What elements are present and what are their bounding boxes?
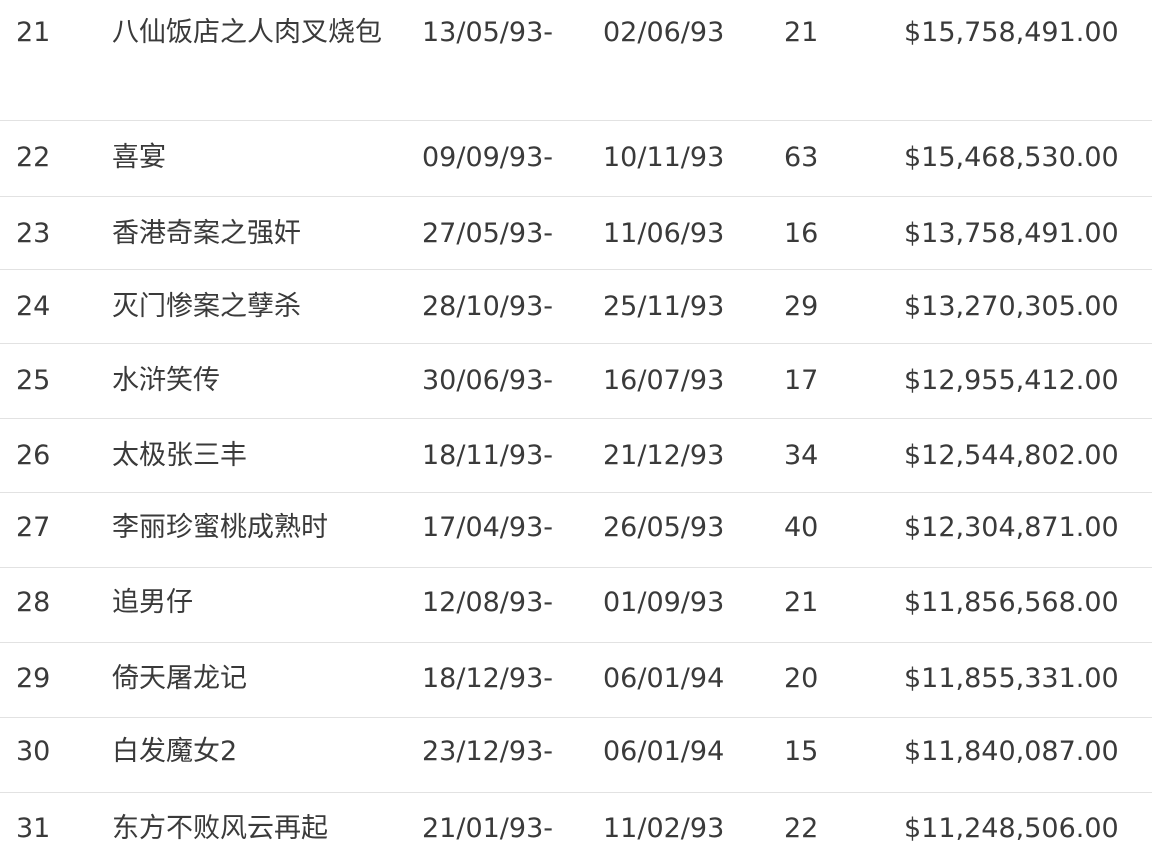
days-cell: 29: [784, 291, 819, 322]
days-cell: 16: [784, 218, 819, 249]
end-date-cell: 06/01/94: [603, 663, 725, 694]
table-row: 26 太极张三丰 18/11/93- 21/12/93 34 $12,544,8…: [0, 419, 1152, 493]
days-cell: 21: [784, 17, 819, 48]
title-cell: 香港奇案之强奸: [112, 218, 301, 249]
table-row: 23 香港奇案之强奸 27/05/93- 11/06/93 16 $13,758…: [0, 197, 1152, 270]
title-cell: 倚天屠龙记: [112, 663, 247, 694]
table-row: 27 李丽珍蜜桃成熟时 17/04/93- 26/05/93 40 $12,30…: [0, 493, 1152, 568]
start-date-cell: 18/11/93-: [422, 440, 554, 471]
end-date-cell: 26/05/93: [603, 512, 725, 543]
box-office-table: 21 八仙饭店之人肉叉烧包 13/05/93- 02/06/93 21 $15,…: [0, 0, 1152, 844]
title-cell: 李丽珍蜜桃成熟时: [112, 512, 328, 543]
end-date-cell: 11/02/93: [603, 813, 725, 844]
table-row: 25 水浒笑传 30/06/93- 16/07/93 17 $12,955,41…: [0, 344, 1152, 419]
rank-cell: 26: [16, 440, 51, 471]
days-cell: 40: [784, 512, 819, 543]
gross-cell: $13,758,491.00: [904, 218, 1119, 249]
start-date-cell: 13/05/93-: [422, 17, 554, 48]
rank-cell: 31: [16, 813, 51, 844]
table-row: 21 八仙饭店之人肉叉烧包 13/05/93- 02/06/93 21 $15,…: [0, 0, 1152, 121]
table-row: 29 倚天屠龙记 18/12/93- 06/01/94 20 $11,855,3…: [0, 643, 1152, 718]
title-cell: 喜宴: [112, 142, 166, 173]
table-row: 30 白发魔女2 23/12/93- 06/01/94 15 $11,840,0…: [0, 718, 1152, 793]
days-cell: 17: [784, 365, 819, 396]
days-cell: 63: [784, 142, 819, 173]
title-cell: 白发魔女2: [112, 736, 238, 767]
start-date-cell: 23/12/93-: [422, 736, 554, 767]
end-date-cell: 01/09/93: [603, 587, 725, 618]
table-row: 24 灭门惨案之孽杀 28/10/93- 25/11/93 29 $13,270…: [0, 270, 1152, 344]
start-date-cell: 18/12/93-: [422, 663, 554, 694]
rank-cell: 27: [16, 512, 51, 543]
gross-cell: $12,544,802.00: [904, 440, 1119, 471]
rank-cell: 22: [16, 142, 51, 173]
table-row: 31 东方不败风云再起 21/01/93- 11/02/93 22 $11,24…: [0, 793, 1152, 844]
end-date-cell: 25/11/93: [603, 291, 725, 322]
table-row: 22 喜宴 09/09/93- 10/11/93 63 $15,468,530.…: [0, 121, 1152, 197]
end-date-cell: 10/11/93: [603, 142, 725, 173]
gross-cell: $11,248,506.00: [904, 813, 1119, 844]
title-cell: 追男仔: [112, 587, 193, 618]
rank-cell: 21: [16, 17, 51, 48]
table-row: 28 追男仔 12/08/93- 01/09/93 21 $11,856,568…: [0, 568, 1152, 643]
title-cell: 水浒笑传: [112, 365, 220, 396]
gross-cell: $12,304,871.00: [904, 512, 1119, 543]
gross-cell: $12,955,412.00: [904, 365, 1119, 396]
gross-cell: $15,468,530.00: [904, 142, 1119, 173]
start-date-cell: 17/04/93-: [422, 512, 554, 543]
gross-cell: $11,855,331.00: [904, 663, 1119, 694]
rank-cell: 24: [16, 291, 51, 322]
rank-cell: 28: [16, 587, 51, 618]
days-cell: 34: [784, 440, 819, 471]
days-cell: 15: [784, 736, 819, 767]
rank-cell: 23: [16, 218, 51, 249]
title-cell: 灭门惨案之孽杀: [112, 291, 301, 322]
gross-cell: $11,856,568.00: [904, 587, 1119, 618]
rank-cell: 25: [16, 365, 51, 396]
gross-cell: $15,758,491.00: [904, 17, 1119, 48]
end-date-cell: 11/06/93: [603, 218, 725, 249]
start-date-cell: 27/05/93-: [422, 218, 554, 249]
title-cell: 八仙饭店之人肉叉烧包: [112, 17, 382, 48]
rank-cell: 29: [16, 663, 51, 694]
start-date-cell: 12/08/93-: [422, 587, 554, 618]
days-cell: 21: [784, 587, 819, 618]
end-date-cell: 06/01/94: [603, 736, 725, 767]
end-date-cell: 02/06/93: [603, 17, 725, 48]
start-date-cell: 21/01/93-: [422, 813, 554, 844]
end-date-cell: 16/07/93: [603, 365, 725, 396]
title-cell: 太极张三丰: [112, 440, 247, 471]
title-cell: 东方不败风云再起: [112, 813, 328, 844]
rank-cell: 30: [16, 736, 51, 767]
start-date-cell: 28/10/93-: [422, 291, 554, 322]
gross-cell: $13,270,305.00: [904, 291, 1119, 322]
start-date-cell: 09/09/93-: [422, 142, 554, 173]
end-date-cell: 21/12/93: [603, 440, 725, 471]
gross-cell: $11,840,087.00: [904, 736, 1119, 767]
days-cell: 22: [784, 813, 819, 844]
days-cell: 20: [784, 663, 819, 694]
start-date-cell: 30/06/93-: [422, 365, 554, 396]
